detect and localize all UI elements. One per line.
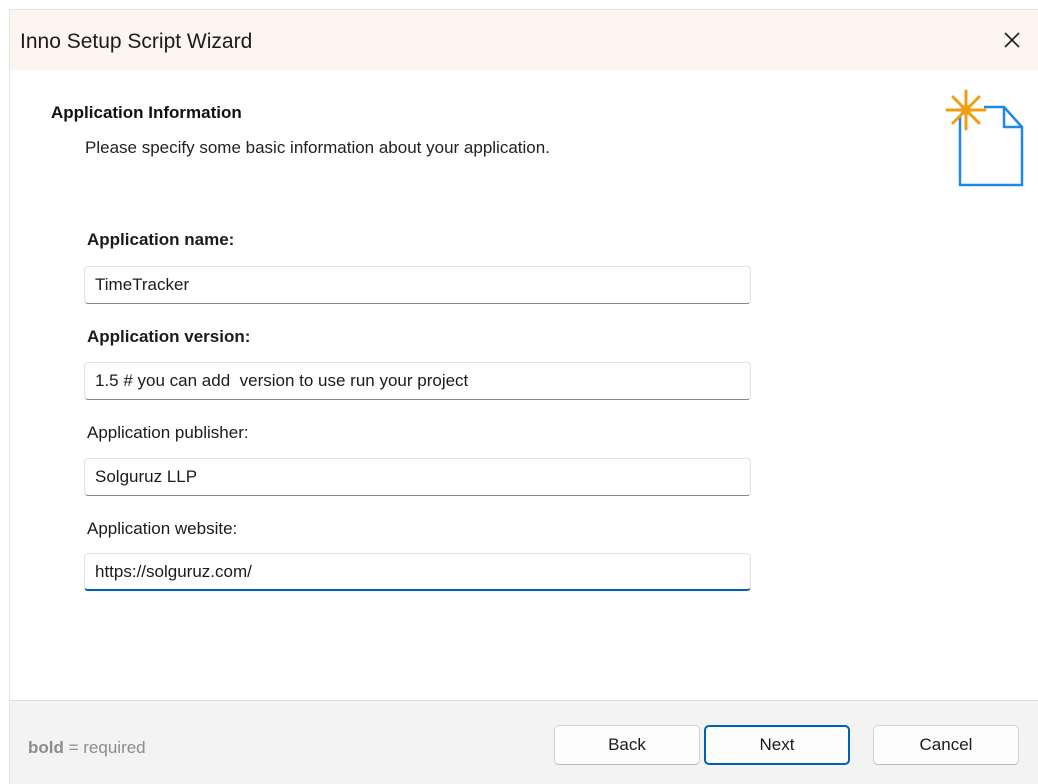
app-publisher-label: Application publisher:: [87, 423, 249, 442]
cancel-button[interactable]: Cancel: [873, 725, 1019, 765]
app-website-label: Application website:: [87, 519, 238, 538]
back-button[interactable]: Back: [554, 725, 700, 765]
app-website-input[interactable]: [84, 553, 751, 591]
new-document-sparkle-icon: [945, 89, 1024, 187]
next-button[interactable]: Next: [704, 725, 850, 765]
page-title: Application Information: [51, 103, 242, 122]
app-publisher-input[interactable]: [84, 458, 751, 496]
legend-bold: bold: [28, 738, 64, 757]
app-version-label: Application version:: [87, 327, 251, 346]
wizard-footer: bold = required Back Next Cancel: [10, 701, 1038, 784]
app-name-input[interactable]: [84, 266, 751, 304]
app-version-input[interactable]: [84, 362, 751, 400]
wizard-window: Inno Setup Script Wizard Application Inf…: [10, 10, 1038, 784]
app-name-label: Application name:: [87, 230, 235, 249]
window-title: Inno Setup Script Wizard: [20, 30, 253, 53]
close-icon: [1004, 32, 1020, 48]
title-bar: Inno Setup Script Wizard: [10, 10, 1038, 70]
required-legend: bold = required: [28, 738, 146, 758]
wizard-content: Application Information Please specify s…: [10, 70, 1038, 710]
close-button[interactable]: [986, 10, 1038, 70]
page-subtitle: Please specify some basic information ab…: [85, 138, 550, 157]
legend-text: = required: [63, 738, 146, 757]
